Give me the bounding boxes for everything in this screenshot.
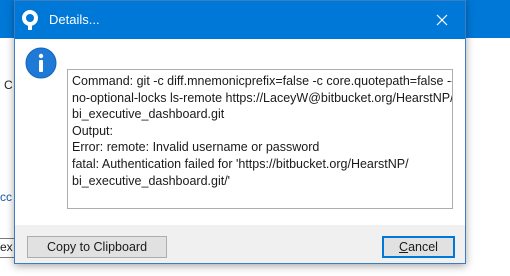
- message-line: bi_executive_dashboard.git: [72, 107, 225, 122]
- dialog-footer: Copy to Clipboard Cancel: [15, 225, 465, 263]
- cancel-button[interactable]: Cancel: [382, 236, 455, 258]
- cancel-access-key: C: [399, 240, 409, 254]
- copy-to-clipboard-button[interactable]: Copy to Clipboard: [27, 236, 167, 258]
- dialog-titlebar[interactable]: Details...: [15, 1, 465, 39]
- message-textbox[interactable]: Command: git -c diff.mnemonicprefix=fals…: [67, 69, 453, 209]
- background-link-fragment[interactable]: cc: [0, 190, 12, 204]
- message-line: no-optional-locks ls-remote https://Lace…: [72, 90, 453, 105]
- message-line: bi_executive_dashboard.git/': [72, 173, 231, 188]
- close-icon: [436, 14, 448, 26]
- sourcetree-icon: [22, 10, 38, 30]
- cancel-label-rest: ancel: [408, 240, 438, 254]
- close-button[interactable]: [419, 1, 465, 39]
- background-input-text: ex: [0, 240, 13, 254]
- message-line: fatal: Authentication failed for 'https:…: [72, 156, 409, 171]
- message-line: Output:: [72, 123, 113, 138]
- message-line: Command: git -c diff.mnemonicprefix=fals…: [72, 74, 453, 88]
- background-text-fragment: C: [4, 78, 13, 92]
- details-dialog: Details... Command: git -c diff.mnemonic…: [14, 0, 466, 264]
- message-line: Error: remote: Invalid username or passw…: [72, 140, 320, 155]
- dialog-content: Command: git -c diff.mnemonicprefix=fals…: [15, 39, 465, 225]
- dialog-title: Details...: [49, 12, 100, 27]
- info-icon: [25, 47, 57, 79]
